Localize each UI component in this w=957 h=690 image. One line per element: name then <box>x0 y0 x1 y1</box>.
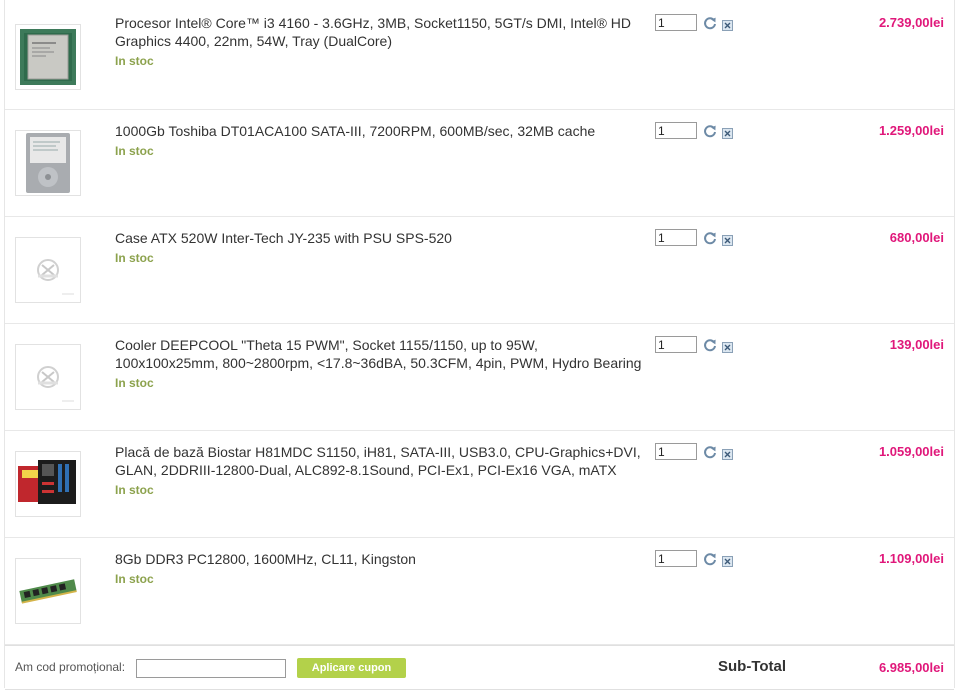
refresh-icon[interactable] <box>703 16 717 30</box>
subtotal-value: 6.985,00lei <box>878 660 944 675</box>
quantity-input[interactable] <box>655 122 697 139</box>
remove-icon[interactable] <box>722 447 733 460</box>
refresh-icon[interactable] <box>703 231 717 245</box>
refresh-icon[interactable] <box>703 124 717 138</box>
product-price: 139,00lei <box>889 337 944 352</box>
remove-icon[interactable] <box>722 233 733 246</box>
promo-label: Am cod promoțional: <box>15 660 126 674</box>
hdd-image[interactable] <box>15 130 81 196</box>
remove-icon[interactable] <box>722 126 733 139</box>
motherboard-image[interactable] <box>15 451 81 517</box>
quantity-input[interactable] <box>655 14 697 31</box>
product-info: Procesor Intel® Core™ i3 4160 - 3.6GHz, … <box>115 14 645 70</box>
product-title[interactable]: Procesor Intel® Core™ i3 4160 - 3.6GHz, … <box>115 15 631 49</box>
cpu-image[interactable] <box>15 24 81 90</box>
product-info: Placă de bază Biostar H81MDC S1150, iH81… <box>115 443 645 499</box>
product-title[interactable]: Cooler DEEPCOOL "Theta 15 PWM", Socket 1… <box>115 337 641 371</box>
remove-icon[interactable] <box>722 554 733 567</box>
stock-status: In stoc <box>115 54 154 68</box>
product-title[interactable]: 1000Gb Toshiba DT01ACA100 SATA-III, 7200… <box>115 123 595 139</box>
cart-row: Cooler DEEPCOOL "Theta 15 PWM", Socket 1… <box>5 324 954 431</box>
stock-status: In stoc <box>115 144 154 158</box>
apply-coupon-button[interactable]: Aplicare cupon <box>297 658 406 678</box>
product-title[interactable]: Case ATX 520W Inter-Tech JY-235 with PSU… <box>115 230 452 246</box>
quantity-input[interactable] <box>655 229 697 246</box>
cart-row: 1000Gb Toshiba DT01ACA100 SATA-III, 7200… <box>5 110 954 217</box>
product-title[interactable]: Placă de bază Biostar H81MDC S1150, iH81… <box>115 444 641 478</box>
product-info: 8Gb DDR3 PC12800, 1600MHz, CL11, Kingsto… <box>115 550 645 588</box>
stock-status: In stoc <box>115 251 154 265</box>
refresh-icon[interactable] <box>703 552 717 566</box>
cart-row: Case ATX 520W Inter-Tech JY-235 with PSU… <box>5 217 954 324</box>
product-info: 1000Gb Toshiba DT01ACA100 SATA-III, 7200… <box>115 122 645 160</box>
product-price: 2.739,00lei <box>878 15 944 30</box>
ram-image[interactable] <box>15 558 81 624</box>
product-title[interactable]: 8Gb DDR3 PC12800, 1600MHz, CL11, Kingsto… <box>115 551 416 567</box>
cart-table: Procesor Intel® Core™ i3 4160 - 3.6GHz, … <box>4 0 955 690</box>
cart-row: Procesor Intel® Core™ i3 4160 - 3.6GHz, … <box>5 0 954 110</box>
product-info: Case ATX 520W Inter-Tech JY-235 with PSU… <box>115 229 645 267</box>
cart-row: 8Gb DDR3 PC12800, 1600MHz, CL11, Kingsto… <box>5 538 954 645</box>
stock-status: In stoc <box>115 483 154 497</box>
placeholder-image[interactable] <box>15 237 81 303</box>
cart-footer: Am cod promoțional: Aplicare cupon Sub-T… <box>5 645 954 690</box>
product-price: 1.259,00lei <box>878 123 944 138</box>
stock-status: In stoc <box>115 376 154 390</box>
product-price: 1.059,00lei <box>878 444 944 459</box>
quantity-input[interactable] <box>655 336 697 353</box>
product-info: Cooler DEEPCOOL "Theta 15 PWM", Socket 1… <box>115 336 645 392</box>
refresh-icon[interactable] <box>703 445 717 459</box>
product-price: 680,00lei <box>889 230 944 245</box>
quantity-input[interactable] <box>655 443 697 460</box>
placeholder-image[interactable] <box>15 344 81 410</box>
promo-code-input[interactable] <box>136 659 286 678</box>
quantity-input[interactable] <box>655 550 697 567</box>
cart-row: Placă de bază Biostar H81MDC S1150, iH81… <box>5 431 954 538</box>
subtotal-label: Sub-Total <box>718 658 787 675</box>
stock-status: In stoc <box>115 572 154 586</box>
product-price: 1.109,00lei <box>878 551 944 566</box>
remove-icon[interactable] <box>722 18 733 31</box>
remove-icon[interactable] <box>722 340 733 353</box>
refresh-icon[interactable] <box>703 338 717 352</box>
